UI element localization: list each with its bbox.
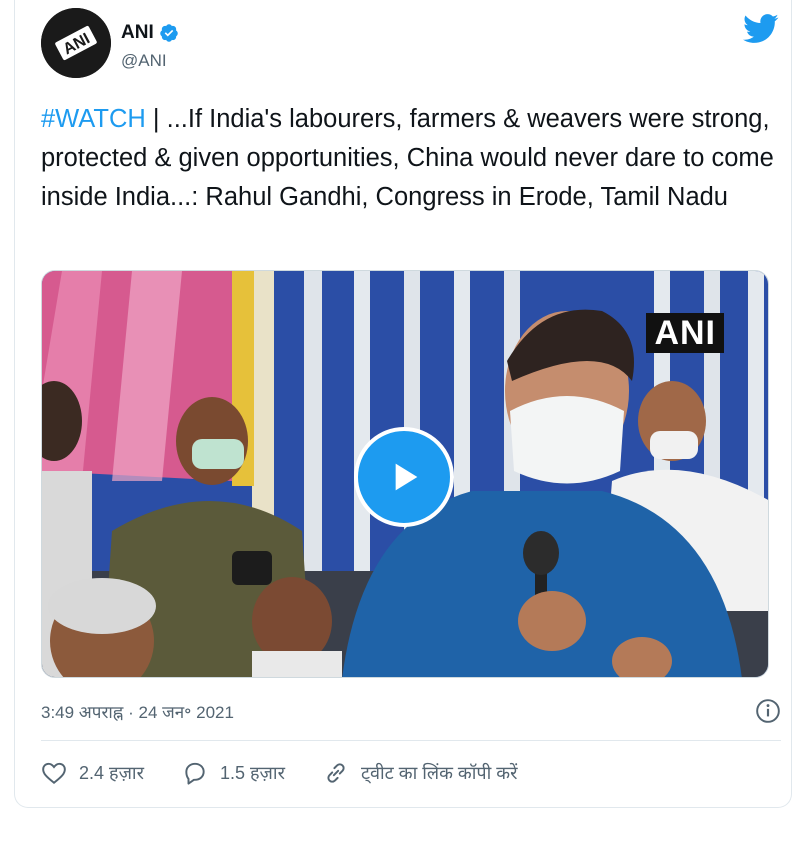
info-icon[interactable] (755, 698, 781, 724)
video-watermark: ANI (646, 313, 724, 353)
author-row: ANI (121, 22, 179, 44)
tweet-card: ANI ANI @ANI #WATCH | ...If India's labo… (14, 0, 792, 808)
reply-button[interactable]: 1.5 हज़ार (182, 760, 285, 786)
heart-icon (42, 762, 66, 784)
twitter-bird-icon[interactable] (743, 14, 779, 44)
verified-badge-icon (159, 24, 178, 42)
copy-link-button[interactable]: ट्वीट का लिंक कॉपी करें (323, 760, 518, 786)
ani-logo: ANI (41, 8, 111, 78)
timestamp-row: 3:49 अपराह्न · 24 जन॰ 2021 (41, 696, 781, 726)
divider (41, 740, 781, 741)
avatar[interactable]: ANI (41, 8, 111, 78)
reply-icon (185, 762, 205, 785)
action-bar: 2.4 हज़ार 1.5 हज़ार ट्वीट का लिंक कॉपी क… (41, 756, 556, 790)
author-name[interactable]: ANI (121, 22, 154, 44)
video-thumbnail[interactable]: ANI (41, 270, 769, 678)
tweet-text: #WATCH | ...If India's labourers, farmer… (41, 100, 781, 217)
link-icon (327, 763, 345, 783)
tweet-body: | ...If India's labourers, farmers & wea… (41, 105, 774, 211)
like-button[interactable]: 2.4 हज़ार (41, 760, 144, 786)
like-count: 2.4 हज़ार (79, 763, 144, 783)
reply-count: 1.5 हज़ार (219, 763, 285, 783)
copy-link-label: ट्वीट का लिंक कॉपी करें (360, 763, 518, 783)
play-icon (395, 463, 418, 491)
hashtag-link[interactable]: #WATCH (41, 105, 146, 133)
tweet-timestamp[interactable]: 3:49 अपराह्न · 24 जन॰ 2021 (41, 700, 234, 723)
play-button[interactable] (354, 427, 454, 527)
author-handle[interactable]: @ANI (121, 51, 167, 71)
